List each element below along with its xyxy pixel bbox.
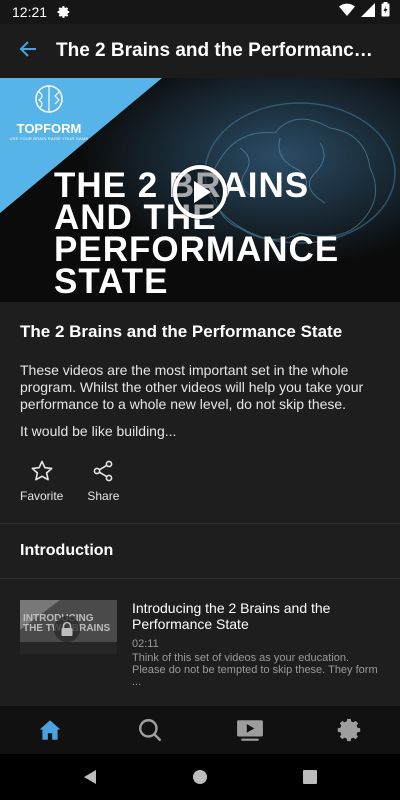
app-bar: The 2 Brains and the Performance State	[0, 24, 400, 78]
nav-videos[interactable]	[225, 706, 275, 754]
video-details: The 2 Brains and the Performance State T…	[0, 302, 400, 579]
episode-description: Think of this set of videos as your educ…	[132, 652, 378, 688]
status-time: 12:21	[12, 4, 48, 20]
battery-icon	[381, 2, 390, 22]
video-title: The 2 Brains and the Performance State	[20, 322, 343, 341]
share-button[interactable]: Share	[87, 459, 119, 503]
favorite-label: Favorite	[20, 489, 64, 503]
play-button[interactable]	[172, 164, 228, 220]
status-bar: 12:21	[0, 0, 400, 24]
page-title: The 2 Brains and the Performance State	[56, 40, 376, 61]
system-back-button[interactable]	[78, 765, 102, 789]
settings-notification-icon	[57, 5, 71, 19]
brain-ball-logo-icon	[35, 85, 63, 113]
lock-icon	[61, 621, 73, 636]
share-icon	[93, 460, 113, 482]
divider	[0, 578, 400, 579]
divider	[0, 523, 400, 524]
circle-home-icon	[193, 770, 207, 784]
topform-logo: TOPFORM USE YOUR BRAIN RAISE YOUR GAME	[4, 84, 94, 141]
triangle-back-icon	[84, 770, 96, 784]
action-row: Favorite Share	[20, 459, 400, 503]
home-icon	[39, 720, 61, 740]
nav-settings[interactable]	[325, 706, 375, 754]
wifi-icon	[339, 3, 355, 22]
bottom-navigation	[0, 706, 400, 754]
system-recents-button[interactable]	[298, 765, 322, 789]
favorite-button[interactable]: Favorite	[20, 459, 63, 503]
nav-home[interactable]	[25, 706, 75, 754]
video-hero[interactable]: TOPFORM USE YOUR BRAIN RAISE YOUR GAME T…	[0, 78, 400, 302]
signal-icon	[361, 2, 375, 22]
section-title: Introduction	[20, 542, 114, 559]
system-navigation-bar	[0, 754, 400, 800]
video-description: These videos are the most important set …	[20, 362, 364, 412]
star-icon	[31, 460, 53, 481]
video-library-icon	[237, 720, 263, 741]
back-button[interactable]	[0, 24, 56, 78]
square-recents-icon	[303, 770, 317, 784]
brand-tagline: USE YOUR BRAIN RAISE YOUR GAME	[9, 136, 89, 141]
episode-title: Introducing the 2 Brains and the Perform…	[132, 600, 331, 632]
episode-info: Introducing the 2 Brains and the Perform…	[132, 600, 382, 700]
brand-name: TOPFORM	[16, 121, 82, 136]
hero-title-line: STATE	[54, 262, 169, 301]
thumbnail-lock	[54, 616, 80, 642]
system-home-button[interactable]	[188, 765, 212, 789]
play-icon	[173, 165, 227, 219]
settings-icon	[337, 718, 361, 742]
episode-duration: 02:11	[132, 638, 159, 650]
episode-thumbnail: INTRODUCING THE TWO BRAINS	[20, 600, 117, 654]
episode-list-item[interactable]: INTRODUCING THE TWO BRAINS Introducing t…	[20, 600, 390, 700]
nav-search[interactable]	[125, 706, 175, 754]
share-label: Share	[87, 489, 120, 503]
arrow-back-icon	[19, 40, 37, 63]
search-icon	[139, 719, 162, 742]
video-description-more[interactable]: It would be like building...	[20, 423, 380, 439]
